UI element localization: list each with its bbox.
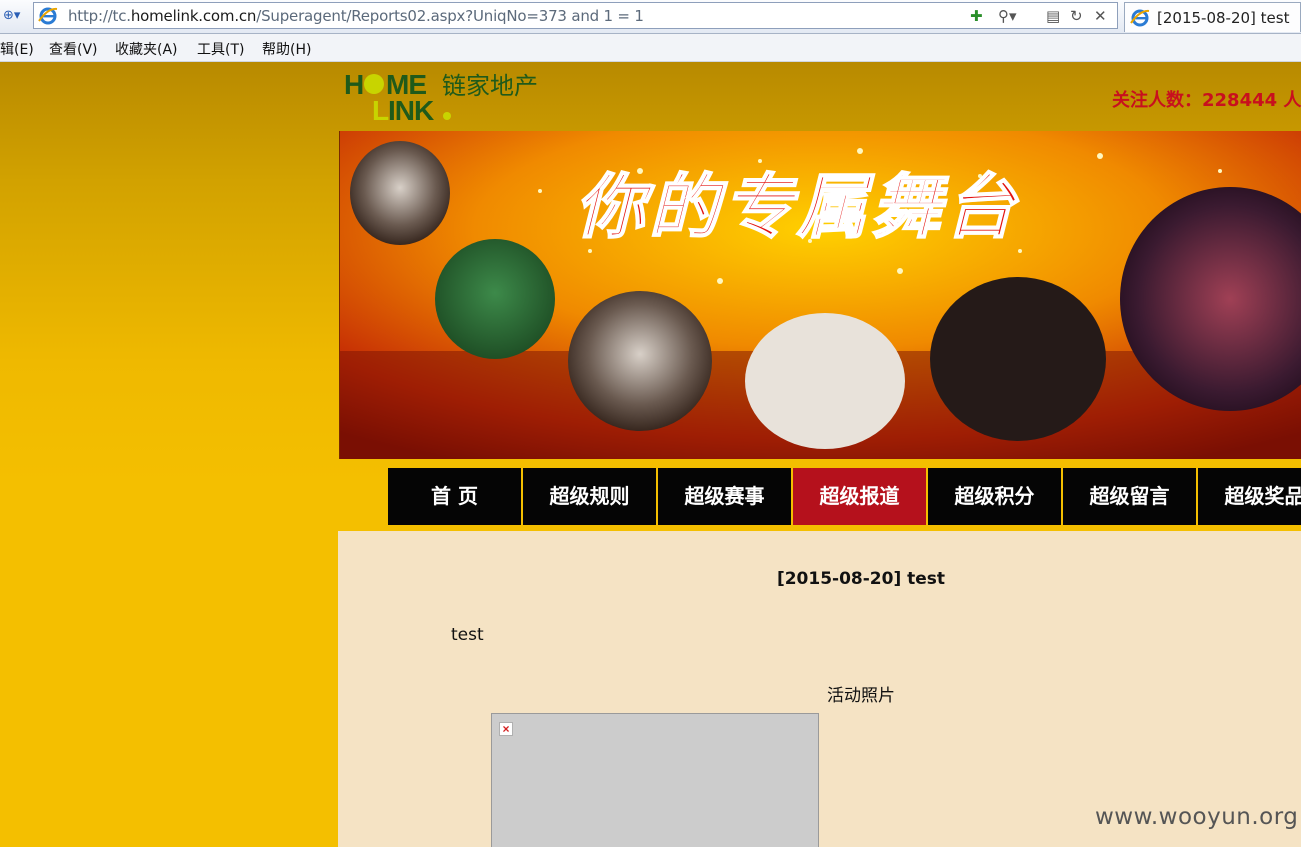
stop-icon[interactable]: ✕ [1094,7,1107,25]
main-nav: 首 页 超级规则 超级赛事 超级报道 超级积分 超级留言 超级奖品 [388,468,1301,525]
url-text: http://tc.homelink.com.cn/Superagent/Rep… [68,7,644,25]
page-menu-icon[interactable]: ⊕▾ [3,7,27,25]
page-viewport: H ME L INK 链家地产 关注人数：228444 人 你的专属舞台 首 页… [0,62,1301,847]
browser-tab[interactable]: [2015-08-20] test [1124,2,1301,32]
svg-text:链家地产: 链家地产 [442,72,538,100]
search-icon[interactable]: ⚲▾ [998,7,1017,25]
svg-text:INK: INK [388,95,434,124]
menu-bar: 辑(E) 查看(V) 收藏夹(A) 工具(T) 帮助(H) [0,34,1301,62]
follow-count: 关注人数：228444 人 [1112,90,1301,111]
svg-text:H: H [344,69,363,100]
menu-edit[interactable]: 辑(E) [0,39,34,59]
article-panel: [2015-08-20] test test 活动照片 × [338,531,1301,847]
nav-points[interactable]: 超级积分 [928,468,1063,525]
article-title: [2015-08-20] test [776,569,946,589]
nav-events[interactable]: 超级赛事 [658,468,793,525]
nav-rules[interactable]: 超级规则 [523,468,658,525]
address-field[interactable]: http://tc.homelink.com.cn/Superagent/Rep… [33,2,1118,29]
menu-view[interactable]: 查看(V) [49,39,98,59]
menu-favorites[interactable]: 收藏夹(A) [115,39,178,59]
refresh-icon[interactable]: ↻ [1070,7,1083,25]
ie-logo-icon [38,7,58,25]
homelink-logo[interactable]: H ME L INK 链家地产 [344,68,574,124]
watermark: www.wooyun.org [1095,804,1299,830]
activity-photo: × [491,713,819,847]
banner-image: 你的专属舞台 [339,131,1301,459]
nav-home[interactable]: 首 页 [388,468,523,525]
menu-help[interactable]: 帮助(H) [262,39,311,59]
svg-text:L: L [372,95,389,124]
nav-reports[interactable]: 超级报道 [793,468,928,525]
nav-messages[interactable]: 超级留言 [1063,468,1198,525]
photo-caption: 活动照片 [827,686,895,706]
nav-prizes[interactable]: 超级奖品 [1198,468,1301,525]
menu-tools[interactable]: 工具(T) [197,39,244,59]
tab-title: [2015-08-20] test [1157,9,1290,27]
ie-tab-icon [1130,9,1150,27]
article-body: test [451,625,484,645]
page-icon[interactable]: ▤ [1046,7,1060,25]
compatibility-icon[interactable]: ✚ [970,7,983,25]
svg-text:你的专属舞台: 你的专属舞台 [575,165,1019,248]
address-bar-row: ⊕▾ http://tc.homelink.com.cn/Superagent/… [0,0,1301,34]
broken-image-icon: × [499,722,513,736]
